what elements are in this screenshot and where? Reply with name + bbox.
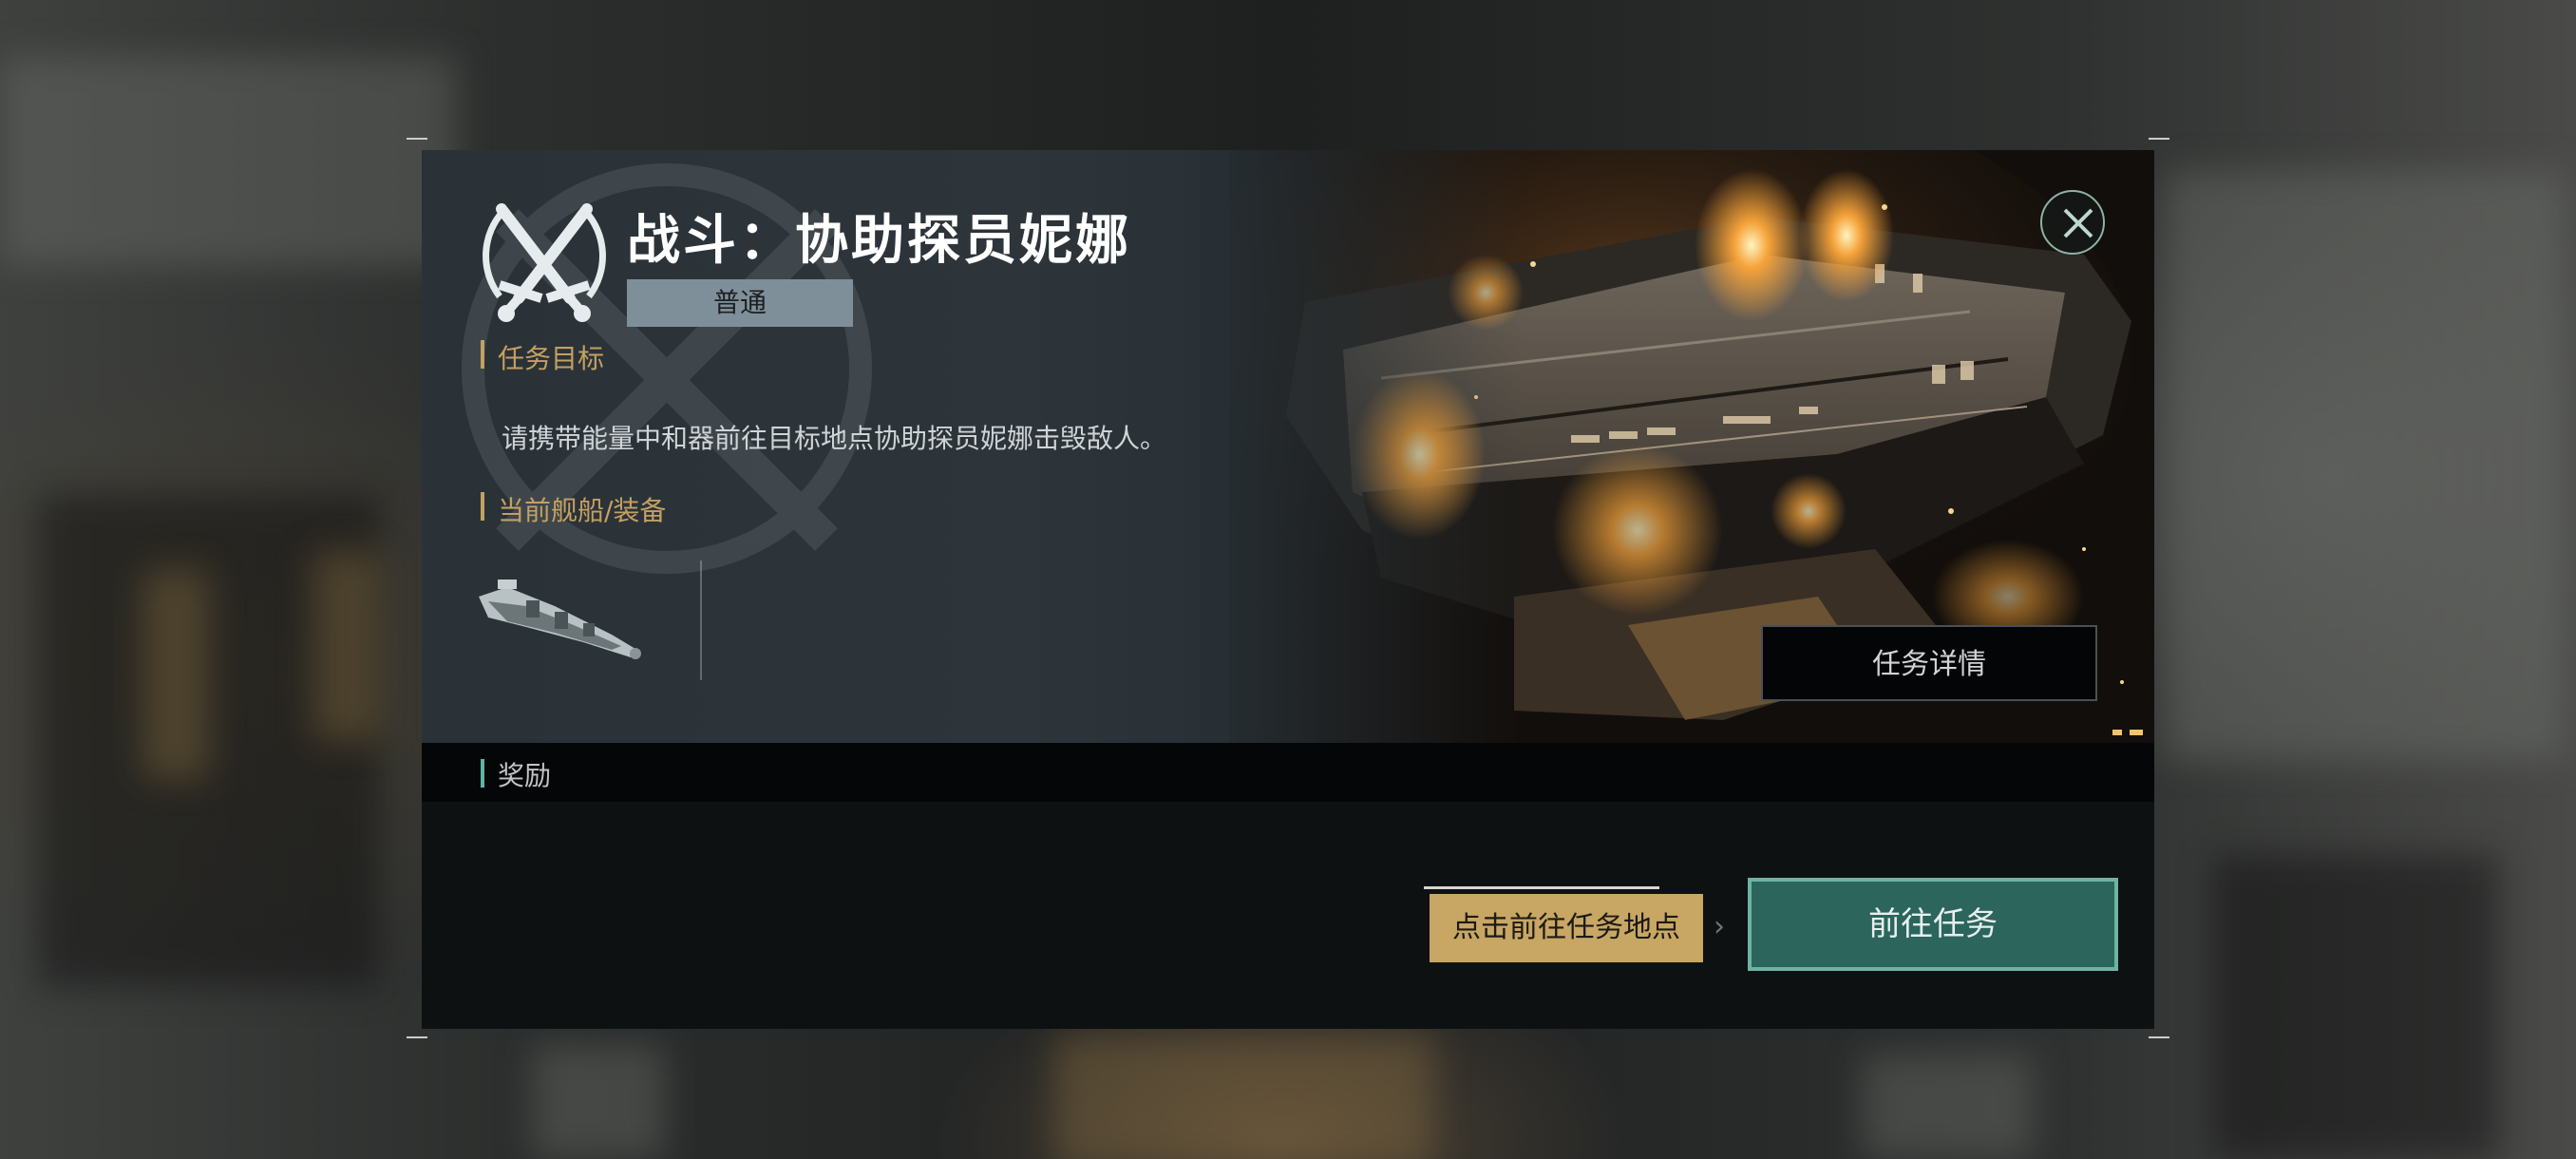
close-button[interactable] <box>2040 190 2105 255</box>
crossed-swords-icon <box>483 203 606 322</box>
mission-title: 战斗：协助探员妮娜 <box>627 210 1131 272</box>
equipment-label: 当前舰船/装备 <box>498 495 667 526</box>
equipment-divider <box>700 560 702 680</box>
go-to-mission-button[interactable]: 前往任务 <box>1748 878 2118 971</box>
art-fade-overlay <box>1201 150 1524 743</box>
objective-label: 任务目标 <box>498 343 605 374</box>
mission-details-button[interactable]: 任务详情 <box>1761 625 2097 701</box>
equipment-marker <box>481 492 484 521</box>
objective-marker <box>481 340 484 369</box>
frame-corner-top-right <box>2149 138 2169 140</box>
difficulty-badge: 普通 <box>627 279 853 327</box>
reward-section-header: 奖励 <box>422 743 2154 802</box>
warship-icon[interactable] <box>469 559 659 673</box>
reward-marker <box>481 759 484 788</box>
frame-corner-top-left <box>407 138 427 140</box>
chevron-right-icon: › <box>1714 910 1725 943</box>
reward-label: 奖励 <box>498 760 552 791</box>
go-to-location-hint[interactable]: 点击前往任务地点 <box>1430 894 1703 962</box>
mission-header-panel: 战斗：协助探员妮娜 普通 任务目标 请携带能量中和器前往目标地点协助探员妮娜击毁… <box>422 150 2154 743</box>
mission-dialog: 战斗：协助探员妮娜 普通 任务目标 请携带能量中和器前往目标地点协助探员妮娜击毁… <box>422 150 2154 1029</box>
objective-text: 请携带能量中和器前往目标地点协助探员妮娜击毁敌人。 <box>502 423 1167 454</box>
close-icon <box>2063 208 2093 238</box>
frame-corner-bottom-right <box>2149 1036 2169 1038</box>
frame-corner-bottom-left <box>407 1036 427 1038</box>
hint-underline <box>1424 886 1659 889</box>
